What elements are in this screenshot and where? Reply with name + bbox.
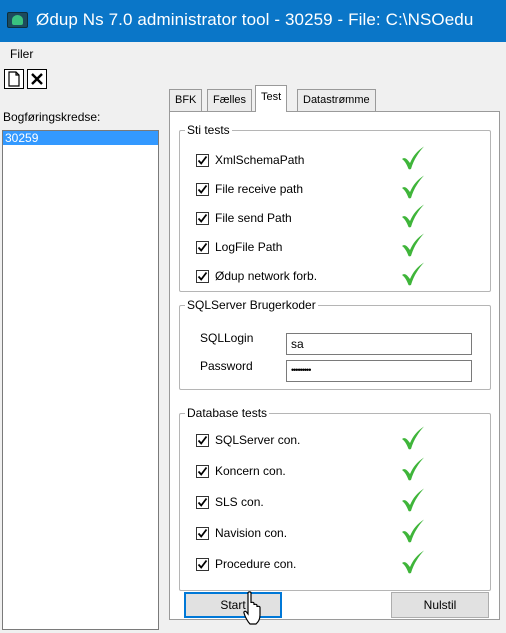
test-checkbox[interactable] <box>196 433 209 447</box>
checkmark-icon <box>197 466 208 476</box>
database-tests-legend: Database tests <box>185 406 270 420</box>
test-label: SQLServer con. <box>215 433 301 447</box>
delete-x-icon <box>31 73 43 85</box>
delete-button[interactable] <box>27 69 47 89</box>
window-title: Ødup Ns 7.0 administrator tool - 30259 -… <box>36 10 474 29</box>
right-panel: BFK Fælles Test Datastrømme Sti tests Xm… <box>163 85 506 633</box>
tab-test[interactable]: Test <box>255 85 288 112</box>
test-row: Navision con. <box>196 523 287 543</box>
test-row: XmlSchemaPath <box>196 150 304 170</box>
test-row: SQLServer con. <box>196 430 300 450</box>
checkmark-icon <box>197 242 208 252</box>
list-item[interactable]: 30259 <box>3 131 158 145</box>
ok-check-icon <box>402 262 424 286</box>
checkmark-icon <box>197 528 208 538</box>
test-checkbox[interactable] <box>196 269 209 283</box>
test-checkbox[interactable] <box>196 464 209 478</box>
checkmark-icon <box>197 213 208 223</box>
test-label: SLS con. <box>215 495 264 509</box>
test-label: Procedure con. <box>215 557 297 571</box>
start-button[interactable]: Start <box>184 592 282 618</box>
test-checkbox[interactable] <box>196 240 209 254</box>
test-label: File receive path <box>215 182 304 196</box>
tab-datastromme[interactable]: Datastrømme <box>297 89 376 111</box>
test-row: Procedure con. <box>196 554 296 574</box>
sti-tests-legend: Sti tests <box>185 123 232 137</box>
ok-check-icon <box>402 233 424 257</box>
password-label: Password <box>200 359 253 373</box>
bogforingskredse-label: Bogføringskredse: <box>3 110 101 124</box>
new-button[interactable] <box>4 69 24 89</box>
sql-login-input[interactable]: sa <box>286 333 472 355</box>
test-checkbox[interactable] <box>196 182 209 196</box>
password-input[interactable]: ••••••••• <box>286 360 472 382</box>
checkmark-icon <box>197 184 208 194</box>
test-label: Koncern con. <box>215 464 286 478</box>
checkmark-icon <box>197 497 208 507</box>
left-panel: Bogføringskredse: 30259 <box>0 102 163 633</box>
menu-filer[interactable]: Filer <box>10 47 33 61</box>
sql-credentials-group: SQLServer Brugerkoder SQLLogin sa Passwo… <box>179 298 491 390</box>
test-row: File send Path <box>196 208 292 228</box>
tab-faelles[interactable]: Fælles <box>207 89 253 111</box>
test-tab-content: Sti tests XmlSchemaPath File receive path… <box>169 111 500 620</box>
checkmark-icon <box>197 155 208 165</box>
test-label: Ødup network forb. <box>215 269 318 283</box>
test-checkbox[interactable] <box>196 526 209 540</box>
ok-check-icon <box>402 488 424 512</box>
ok-check-icon <box>402 550 424 574</box>
test-row: Koncern con. <box>196 461 286 481</box>
test-checkbox[interactable] <box>196 153 209 167</box>
checkmark-icon <box>197 435 208 445</box>
test-label: XmlSchemaPath <box>215 153 305 167</box>
ok-check-icon <box>402 146 424 170</box>
test-row: Ødup network forb. <box>196 266 317 286</box>
sql-credentials-legend: SQLServer Brugerkoder <box>185 298 318 312</box>
test-row: File receive path <box>196 179 303 199</box>
new-document-icon <box>8 71 20 87</box>
title-bar: Ødup Ns 7.0 administrator tool - 30259 -… <box>0 0 506 42</box>
test-checkbox[interactable] <box>196 557 209 571</box>
ok-check-icon <box>402 519 424 543</box>
test-label: LogFile Path <box>215 240 283 254</box>
ok-check-icon <box>402 175 424 199</box>
sti-tests-group: Sti tests XmlSchemaPath File receive path… <box>179 123 491 292</box>
tab-bfk[interactable]: BFK <box>169 89 203 111</box>
test-checkbox[interactable] <box>196 495 209 509</box>
checkmark-icon <box>197 559 208 569</box>
reset-button[interactable]: Nulstil <box>391 592 489 618</box>
bogforingskredse-list[interactable]: 30259 <box>2 130 159 630</box>
test-row: SLS con. <box>196 492 264 512</box>
ok-check-icon <box>402 204 424 228</box>
ok-check-icon <box>402 457 424 481</box>
menu-bar: Filer <box>0 42 506 64</box>
mouse-pointer-icon <box>243 591 261 625</box>
test-row: LogFile Path <box>196 237 282 257</box>
test-checkbox[interactable] <box>196 211 209 225</box>
sql-login-label: SQLLogin <box>200 331 254 345</box>
database-tests-group: Database tests SQLServer con. Koncern con… <box>179 406 491 591</box>
test-label: File send Path <box>215 211 292 225</box>
toolbar <box>0 64 506 102</box>
ok-check-icon <box>402 426 424 450</box>
checkmark-icon <box>197 271 208 281</box>
app-icon <box>7 12 28 28</box>
test-label: Navision con. <box>215 526 288 540</box>
